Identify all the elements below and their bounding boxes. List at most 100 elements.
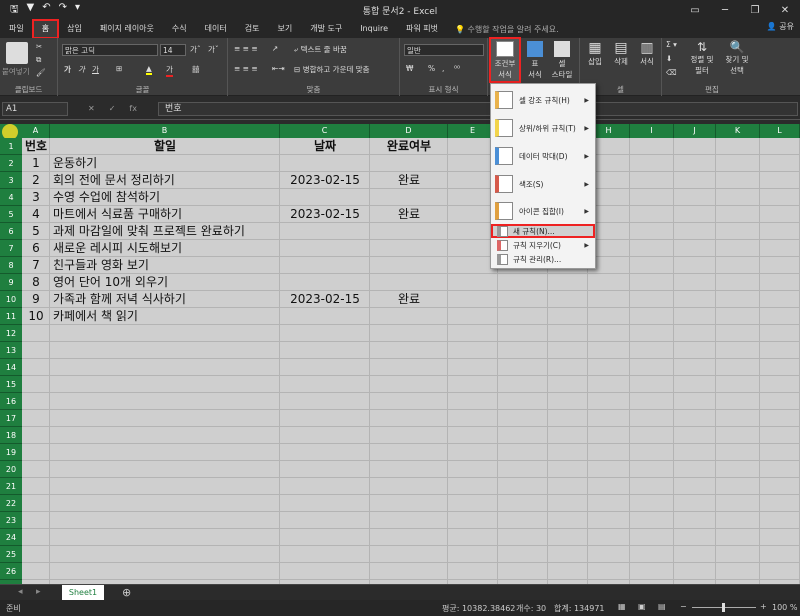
customize-icon[interactable]: ▾: [75, 2, 80, 19]
minimize-button[interactable]: ─: [710, 0, 740, 20]
number-format-select[interactable]: 일반: [404, 44, 484, 56]
zoom-in-icon[interactable]: +: [760, 602, 767, 611]
phonetic-icon[interactable]: 囍: [192, 64, 200, 75]
row-header-3[interactable]: 3: [0, 172, 22, 189]
cell-date[interactable]: [280, 189, 370, 206]
paste-icon[interactable]: [6, 42, 28, 64]
cell-number[interactable]: 8: [22, 274, 50, 291]
cell-done[interactable]: 완료: [370, 206, 448, 223]
autosum-icon[interactable]: Σ ▾: [666, 40, 677, 49]
cell-date[interactable]: [280, 274, 370, 291]
close-button[interactable]: ✕: [770, 0, 800, 20]
cell-done[interactable]: 완료: [370, 172, 448, 189]
row-header-19[interactable]: 19: [0, 444, 22, 461]
tab-insert[interactable]: 삽입: [58, 20, 91, 38]
cell-done[interactable]: [370, 223, 448, 240]
cell-task[interactable]: 친구들과 영화 보기: [53, 257, 149, 274]
cell-done[interactable]: [370, 240, 448, 257]
clear-icon[interactable]: ⌫: [666, 68, 677, 77]
tab-page-layout[interactable]: 페이지 레이아웃: [91, 20, 163, 38]
column-header-a[interactable]: A: [22, 124, 50, 138]
sheet-tab[interactable]: Sheet1: [62, 585, 104, 600]
cell-styles-button[interactable]: 셀 스타일: [548, 38, 576, 80]
row-header-10[interactable]: 10: [0, 291, 22, 308]
cell-date[interactable]: 2023-02-15: [280, 206, 370, 223]
tab-inquire[interactable]: Inquire: [351, 20, 397, 38]
find-select-button[interactable]: 🔍 찾기 및 선택: [720, 40, 754, 76]
worksheet-grid[interactable]: ABCDEFGHIJKL1234567891011121314151617181…: [0, 124, 800, 584]
sort-filter-button[interactable]: ⇅ 정렬 및 필터: [686, 40, 718, 76]
column-header-c[interactable]: C: [280, 124, 370, 138]
cell-date[interactable]: 2023-02-15: [280, 172, 370, 189]
tab-power-pivot[interactable]: 파워 피벗: [397, 20, 447, 38]
zoom-out-icon[interactable]: −: [680, 602, 687, 611]
delete-cells-button[interactable]: ▤ 삭제: [610, 40, 632, 67]
column-header-j[interactable]: J: [674, 124, 716, 138]
header-cell-date[interactable]: 날짜: [280, 138, 370, 155]
row-header-21[interactable]: 21: [0, 478, 22, 495]
row-header-4[interactable]: 4: [0, 189, 22, 206]
tell-me-box[interactable]: 💡 수행할 작업을 알려 주세요.: [447, 24, 559, 35]
fill-icon[interactable]: ⬇: [666, 54, 672, 63]
percent-button[interactable]: %: [428, 64, 435, 73]
font-name-select[interactable]: 맑은 고딕: [62, 44, 158, 56]
cell-number[interactable]: 5: [22, 223, 50, 240]
normal-view-icon[interactable]: ▦: [618, 602, 626, 611]
cell-task[interactable]: 운동하기: [53, 155, 97, 172]
row-header-1[interactable]: 1: [0, 138, 22, 155]
font-size-select[interactable]: 14: [160, 44, 186, 56]
header-cell-task[interactable]: 할일: [50, 138, 280, 155]
cell-number[interactable]: 2: [22, 172, 50, 189]
undo-icon[interactable]: ↶: [42, 2, 50, 19]
tab-home[interactable]: 홈: [31, 19, 60, 39]
header-cell-done[interactable]: 완료여부: [370, 138, 448, 155]
orientation-icon[interactable]: ↗: [272, 44, 278, 53]
name-box[interactable]: A1: [2, 102, 68, 116]
page-layout-view-icon[interactable]: ▣: [638, 602, 646, 611]
menu-item-clear-rules[interactable]: 규칙 지우기(C) ▶: [491, 238, 595, 252]
row-header-12[interactable]: 12: [0, 325, 22, 342]
tab-file[interactable]: 파일: [0, 20, 33, 38]
tab-formulas[interactable]: 수식: [163, 20, 196, 38]
column-header-b[interactable]: B: [50, 124, 280, 138]
row-header-26[interactable]: 26: [0, 563, 22, 580]
row-header-5[interactable]: 5: [0, 206, 22, 223]
font-color-button[interactable]: 가: [166, 64, 173, 77]
format-cells-button[interactable]: ▥ 서식: [636, 40, 658, 67]
cell-date[interactable]: [280, 308, 370, 325]
row-header-9[interactable]: 9: [0, 274, 22, 291]
cell-task[interactable]: 영어 단어 10개 외우기: [53, 274, 168, 291]
underline-button[interactable]: 가: [92, 64, 99, 75]
column-header-d[interactable]: D: [370, 124, 448, 138]
border-icon[interactable]: ⊞: [116, 64, 122, 73]
cancel-icon[interactable]: ✕: [88, 104, 95, 113]
ribbon-display-icon[interactable]: ▭: [680, 0, 710, 20]
row-header-24[interactable]: 24: [0, 529, 22, 546]
formula-input[interactable]: 번호: [158, 102, 798, 116]
row-header-23[interactable]: 23: [0, 512, 22, 529]
cell-task[interactable]: 카페에서 책 읽기: [53, 308, 138, 325]
cell-number[interactable]: 7: [22, 257, 50, 274]
wrap-text-button[interactable]: ⤶ 텍스트 줄 바꿈: [294, 44, 347, 55]
row-header-11[interactable]: 11: [0, 308, 22, 325]
row-header-15[interactable]: 15: [0, 376, 22, 393]
zoom-thumb[interactable]: [722, 603, 725, 612]
cell-number[interactable]: 4: [22, 206, 50, 223]
cell-done[interactable]: [370, 308, 448, 325]
decimal-icon[interactable]: ⁰⁰: [454, 64, 460, 73]
cell-done[interactable]: [370, 274, 448, 291]
cell-number[interactable]: 9: [22, 291, 50, 308]
row-header-17[interactable]: 17: [0, 410, 22, 427]
row-header-2[interactable]: 2: [0, 155, 22, 172]
cell-task[interactable]: 회의 전에 문서 정리하기: [53, 172, 175, 189]
scroll-right-icon[interactable]: ▸: [36, 587, 41, 597]
enter-icon[interactable]: ✓: [109, 104, 116, 113]
redo-icon[interactable]: ↷: [59, 2, 67, 19]
row-header-13[interactable]: 13: [0, 342, 22, 359]
cell-done[interactable]: [370, 189, 448, 206]
tab-view[interactable]: 보기: [268, 20, 301, 38]
cell-task[interactable]: 새로운 레시피 시도해보기: [53, 240, 182, 257]
decrease-font-icon[interactable]: 가ˇ: [208, 44, 219, 55]
paste-button[interactable]: 붙여넣기: [2, 66, 30, 77]
cut-icon[interactable]: ✂: [36, 42, 42, 51]
